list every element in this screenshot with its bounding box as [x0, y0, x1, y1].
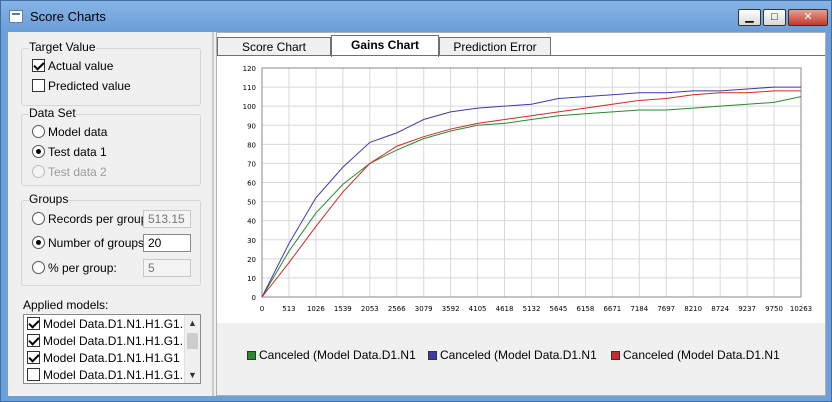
- x-tick-label: 3592: [442, 305, 460, 313]
- scroll-thumb[interactable]: [187, 333, 198, 349]
- checkbox-checked-icon[interactable]: [27, 317, 40, 330]
- percent-per-group-input: 5: [143, 259, 191, 277]
- data-set-title: Data Set: [29, 106, 76, 120]
- percent-per-group-radio[interactable]: % per group:: [32, 259, 117, 277]
- y-tick-label: 90: [247, 122, 256, 130]
- x-tick-label: 4105: [469, 305, 487, 313]
- x-tick-label: 6671: [603, 305, 621, 313]
- radio-selected-icon[interactable]: [32, 145, 45, 158]
- x-tick-label: 4618: [496, 305, 514, 313]
- x-tick-label: 1026: [307, 305, 325, 313]
- number-of-groups-input[interactable]: 20: [143, 234, 191, 252]
- legend-item-series-3: Canceled (Model Data.D1.N1: [611, 348, 780, 362]
- y-tick-label: 110: [243, 84, 256, 92]
- x-tick-label: 7697: [657, 305, 675, 313]
- checkbox-unchecked-icon[interactable]: [27, 368, 40, 381]
- y-tick-label: 50: [247, 199, 256, 207]
- y-tick-label: 20: [247, 256, 256, 264]
- x-tick-label: 10263: [790, 305, 812, 313]
- list-item[interactable]: Model Data.D1.N1.H1.G1: [27, 350, 180, 367]
- x-tick-label: 6158: [576, 305, 594, 313]
- x-tick-label: 5132: [523, 305, 541, 313]
- radio-disabled-icon: [32, 165, 45, 178]
- minimize-button[interactable]: ▁: [738, 9, 761, 26]
- groups-title: Groups: [29, 192, 69, 206]
- y-tick-label: 0: [252, 294, 256, 302]
- gains-chart: 0 10 20 30 40 50 60 70 80 90 100 110 120 0 513 1026 1539…: [243, 65, 813, 313]
- legend-swatch: [247, 351, 256, 360]
- y-tick-label: 40: [247, 218, 256, 226]
- legend-swatch: [428, 351, 437, 360]
- scroll-up-icon[interactable]: ▲: [185, 315, 200, 331]
- x-tick-label: 1539: [334, 305, 352, 313]
- tab-score-chart[interactable]: Score Chart: [217, 37, 331, 56]
- window-client-area: Target Value Actual value Predicted valu…: [8, 32, 826, 396]
- checkbox-unchecked-icon[interactable]: [32, 79, 45, 92]
- target-value-title: Target Value: [29, 40, 96, 54]
- tab-strip-divider: [217, 55, 825, 56]
- radio-unselected-icon[interactable]: [32, 261, 45, 274]
- x-tick-label: 8724: [711, 305, 729, 313]
- y-tick-label: 70: [247, 160, 256, 168]
- tab-prediction-error[interactable]: Prediction Error: [439, 37, 551, 56]
- x-tick-label: 513: [282, 305, 295, 313]
- x-tick-label: 5645: [550, 305, 568, 313]
- list-item[interactable]: Model Data.D1.N1.H1.G1.L4: [27, 316, 196, 333]
- chart-legend: Canceled (Model Data.D1.N1 Canceled (Mod…: [217, 323, 825, 395]
- actual-value-checkbox[interactable]: Actual value: [32, 57, 113, 75]
- predicted-value-checkbox[interactable]: Predicted value: [32, 77, 131, 95]
- records-per-group-radio[interactable]: Records per group:: [32, 210, 151, 228]
- app-window-icon: [9, 10, 23, 23]
- test-data-1-radio[interactable]: Test data 1: [32, 143, 107, 161]
- y-tick-label: 120: [243, 65, 256, 73]
- checkbox-checked-icon[interactable]: [27, 334, 40, 347]
- model-data-radio[interactable]: Model data: [32, 123, 107, 141]
- x-tick-label: 2566: [388, 305, 406, 313]
- x-tick-label: 9237: [738, 305, 756, 313]
- y-tick-label: 100: [243, 103, 256, 111]
- y-tick-label: 10: [247, 275, 256, 283]
- checkbox-checked-icon[interactable]: [32, 59, 45, 72]
- list-item[interactable]: Model Data.D1.N1.H1.G1.L2: [27, 367, 196, 383]
- list-item[interactable]: Model Data.D1.N1.H1.G1.L1: [27, 333, 196, 350]
- legend-item-series-1: Canceled (Model Data.D1.N1: [247, 348, 416, 362]
- x-tick-label: 9750: [765, 305, 783, 313]
- y-tick-label: 80: [247, 141, 256, 149]
- title-bar[interactable]: Score Charts ▁ □ ✕: [1, 1, 831, 33]
- x-tick-label: 8210: [684, 305, 702, 313]
- x-tick-label: 2053: [361, 305, 379, 313]
- x-tick-label: 7184: [630, 305, 648, 313]
- list-scrollbar[interactable]: ▲ ▼: [184, 315, 200, 383]
- records-per-group-input: 513.15: [143, 210, 191, 228]
- window-title: Score Charts: [30, 9, 106, 24]
- y-tick-label: 30: [247, 237, 256, 245]
- chart-panel: Score Chart Gains Chart Prediction Error…: [216, 32, 826, 396]
- radio-unselected-icon[interactable]: [32, 212, 45, 225]
- legend-swatch: [611, 351, 620, 360]
- legend-item-series-2: Canceled (Model Data.D1.N1: [428, 348, 597, 362]
- close-button[interactable]: ✕: [788, 9, 828, 26]
- tab-gains-chart[interactable]: Gains Chart: [331, 35, 439, 57]
- radio-unselected-icon[interactable]: [32, 125, 45, 138]
- scroll-down-icon[interactable]: ▼: [185, 367, 200, 383]
- options-panel: Target Value Actual value Predicted valu…: [10, 32, 214, 396]
- test-data-2-radio: Test data 2: [32, 163, 107, 181]
- applied-models-list[interactable]: Model Data.D1.N1.H1.G1.L4 Model Data.D1.…: [23, 314, 201, 384]
- applied-models-title: Applied models:: [23, 298, 109, 312]
- score-charts-window: Score Charts ▁ □ ✕ Target Value Actual v…: [0, 0, 832, 402]
- maximize-button[interactable]: □: [763, 9, 786, 26]
- number-of-groups-radio[interactable]: Number of groups:: [32, 234, 147, 252]
- checkbox-checked-icon[interactable]: [27, 351, 40, 364]
- radio-selected-icon[interactable]: [32, 236, 45, 249]
- x-tick-label: 0: [260, 305, 264, 313]
- x-tick-label: 3079: [415, 305, 433, 313]
- y-tick-label: 60: [247, 180, 256, 188]
